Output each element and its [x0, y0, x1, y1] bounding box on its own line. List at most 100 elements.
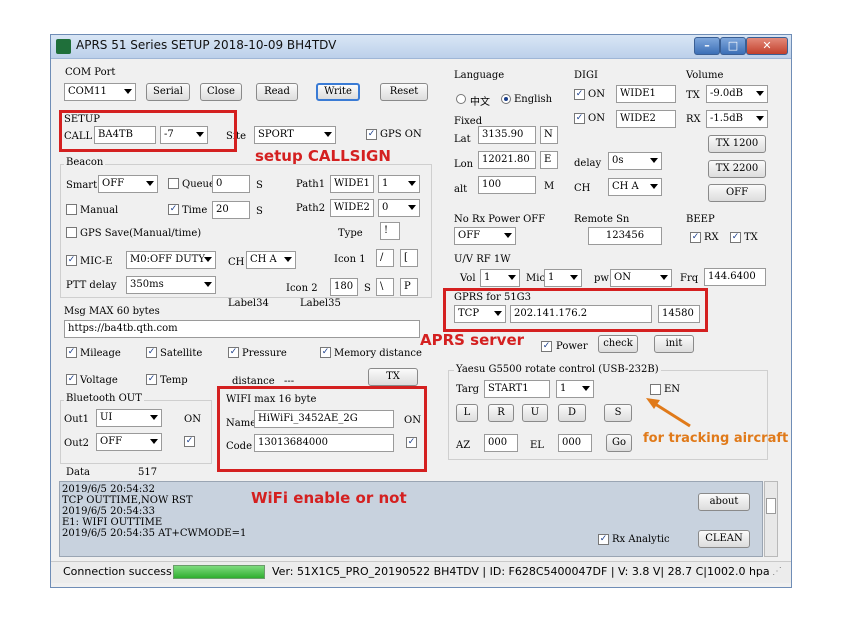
- go-button[interactable]: Go: [606, 434, 632, 452]
- volume-rx-select[interactable]: -1.5dB: [706, 110, 768, 128]
- digi-on1-label: ON: [588, 89, 605, 100]
- frq-input[interactable]: 144.6400: [704, 268, 766, 286]
- path2-input[interactable]: WIDE2: [330, 199, 374, 217]
- rf-vol-select[interactable]: 1: [480, 269, 520, 287]
- english-label: English: [514, 94, 553, 105]
- lon-input[interactable]: 12021.80: [478, 151, 536, 169]
- voltage-label: Voltage: [80, 375, 118, 386]
- icon2-table-input[interactable]: \: [376, 278, 394, 296]
- clean-button[interactable]: CLEAN: [698, 530, 750, 548]
- smart-select[interactable]: OFF: [98, 175, 158, 193]
- beep-tx-checkbox[interactable]: ✓: [730, 232, 741, 243]
- rotate-down-button[interactable]: D: [558, 404, 586, 422]
- rotate-up-button[interactable]: U: [522, 404, 548, 422]
- close-port-button[interactable]: Close: [200, 83, 242, 101]
- wifi-highlight: [217, 386, 427, 472]
- beep-rx-label: RX: [704, 232, 719, 243]
- icon1-table-input[interactable]: /: [376, 249, 394, 267]
- rotate-right-button[interactable]: R: [488, 404, 514, 422]
- gprs-power-checkbox[interactable]: ✓: [541, 341, 552, 352]
- rf-pw-select[interactable]: ON: [610, 269, 672, 287]
- rotate-left-button[interactable]: L: [456, 404, 478, 422]
- path1-n-select[interactable]: 1: [378, 175, 420, 193]
- tx-button[interactable]: TX: [368, 368, 418, 386]
- log-scrollbar[interactable]: [764, 481, 778, 557]
- az-input[interactable]: 000: [484, 434, 518, 452]
- com-port-select[interactable]: COM11: [64, 83, 136, 101]
- check-button[interactable]: check: [598, 335, 638, 353]
- digi-on1-checkbox[interactable]: ✓: [574, 89, 585, 100]
- log-scrollbar-thumb[interactable]: [766, 498, 776, 514]
- lon-dir-input[interactable]: E: [540, 151, 558, 169]
- close-window-button[interactable]: ✕: [746, 37, 788, 55]
- msg-input[interactable]: https://ba4tb.qth.com: [64, 320, 420, 338]
- about-button[interactable]: about: [698, 493, 750, 511]
- out2-label: Out2: [64, 438, 90, 449]
- rotate-stop-button[interactable]: S: [604, 404, 632, 422]
- pressure-checkbox[interactable]: ✓: [228, 347, 239, 358]
- reset-button[interactable]: Reset: [380, 83, 428, 101]
- read-button[interactable]: Read: [256, 83, 298, 101]
- out2-checkbox[interactable]: ✓: [184, 436, 195, 447]
- write-button[interactable]: Write: [316, 83, 360, 101]
- el-input[interactable]: 000: [558, 434, 592, 452]
- time-input[interactable]: 20: [212, 201, 250, 219]
- lat-input[interactable]: 3135.90: [478, 126, 536, 144]
- voltage-checkbox[interactable]: ✓: [66, 374, 77, 385]
- tx1200-button[interactable]: TX 1200: [708, 135, 766, 153]
- out2-select[interactable]: OFF: [96, 433, 162, 451]
- alt-label: alt: [454, 184, 468, 195]
- temp-checkbox[interactable]: ✓: [146, 374, 157, 385]
- icon2-number-input[interactable]: 180: [330, 278, 358, 296]
- no-rx-power-off-label: No Rx Power OFF: [454, 214, 546, 225]
- gps-save-checkbox[interactable]: [66, 227, 77, 238]
- wifi-annotation: WiFi enable or not: [251, 489, 407, 507]
- time-checkbox[interactable]: ✓: [168, 204, 179, 215]
- pw-label: pw: [594, 273, 609, 284]
- ptt-delay-select[interactable]: 350ms: [126, 276, 216, 294]
- mic-e-mode-select[interactable]: M0:OFF DUTY: [126, 251, 216, 269]
- queue-checkbox[interactable]: [168, 178, 179, 189]
- log-line: 2019/6/5 20:54:33: [62, 506, 156, 517]
- path1-input[interactable]: WIDE1: [330, 175, 374, 193]
- remote-sn-input[interactable]: 123456: [588, 227, 662, 245]
- satellite-label: Satellite: [160, 348, 203, 359]
- targ-n-select[interactable]: 1: [556, 380, 594, 398]
- memory-distance-checkbox[interactable]: ✓: [320, 347, 331, 358]
- serial-button[interactable]: Serial: [146, 83, 190, 101]
- digi-delay-select[interactable]: 0s: [608, 152, 662, 170]
- lat-dir-input[interactable]: N: [540, 126, 558, 144]
- beacon-ch-select[interactable]: CH A: [246, 251, 296, 269]
- init-button[interactable]: init: [654, 335, 694, 353]
- volume-tx-select[interactable]: -9.0dB: [706, 85, 768, 103]
- out1-select[interactable]: UI: [96, 409, 162, 427]
- rf-mic-select[interactable]: 1: [544, 269, 582, 287]
- tone-off-button[interactable]: OFF: [708, 184, 766, 202]
- alt-input[interactable]: 100: [478, 176, 536, 194]
- manual-checkbox[interactable]: [66, 204, 77, 215]
- type-input[interactable]: !: [380, 222, 400, 240]
- digi-wide2-input[interactable]: WIDE2: [616, 110, 676, 128]
- site-select[interactable]: SPORT: [254, 126, 336, 144]
- tx2200-button[interactable]: TX 2200: [708, 160, 766, 178]
- queue-input[interactable]: 0: [212, 175, 250, 193]
- targ-input[interactable]: START1: [484, 380, 550, 398]
- resize-grip-icon[interactable]: ⋰: [772, 566, 782, 577]
- mic-e-checkbox[interactable]: ✓: [66, 255, 77, 266]
- path2-n-select[interactable]: 0: [378, 199, 420, 217]
- no-rx-power-off-select[interactable]: OFF: [454, 227, 516, 245]
- icon1-symbol-input[interactable]: [: [400, 249, 418, 267]
- minimize-button[interactable]: –: [694, 37, 720, 55]
- digi-on2-checkbox[interactable]: ✓: [574, 113, 585, 124]
- digi-ch-select[interactable]: CH A: [608, 178, 662, 196]
- rx-analytic-checkbox[interactable]: ✓: [598, 534, 609, 545]
- maximize-button[interactable]: □: [720, 37, 746, 55]
- icon2-symbol-input[interactable]: P: [400, 278, 418, 296]
- gps-on-checkbox[interactable]: ✓: [366, 129, 377, 140]
- english-radio[interactable]: [501, 94, 511, 104]
- digi-wide1-input[interactable]: WIDE1: [616, 85, 676, 103]
- beep-rx-checkbox[interactable]: ✓: [690, 232, 701, 243]
- satellite-checkbox[interactable]: ✓: [146, 347, 157, 358]
- mileage-checkbox[interactable]: ✓: [66, 347, 77, 358]
- chinese-radio[interactable]: [456, 94, 466, 104]
